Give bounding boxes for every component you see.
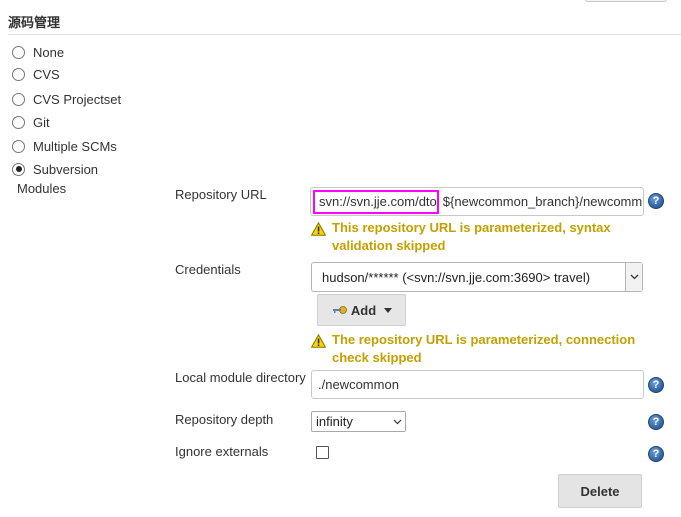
local-module-directory-input[interactable]: ./newcommon xyxy=(311,370,644,399)
scm-option-label: Subversion xyxy=(33,161,99,177)
repository-depth-value: infinity xyxy=(316,414,353,429)
add-credentials-button[interactable]: Add xyxy=(317,294,406,326)
repository-url-value-highlighted: svn://svn.jje.com/dto xyxy=(319,194,437,209)
warning-text: This repository URL is parameterized, sy… xyxy=(332,220,611,253)
repository-depth-select[interactable]: infinity xyxy=(311,411,406,432)
scm-option-cvs-projectset[interactable]: CVS Projectset xyxy=(12,90,121,108)
help-icon[interactable]: ? xyxy=(648,193,664,209)
credentials-warning: The repository URL is parameterized, con… xyxy=(311,331,651,367)
caret-down-icon xyxy=(384,307,393,313)
local-module-directory-label: Local module directory xyxy=(175,370,306,385)
section-title: 源码管理 xyxy=(8,15,61,30)
radio-button[interactable] xyxy=(12,139,25,153)
radio-button-selected[interactable] xyxy=(12,162,25,176)
chevron-down-icon xyxy=(389,412,405,431)
scm-option-label: None xyxy=(33,44,65,60)
radio-button[interactable] xyxy=(12,92,25,106)
key-icon xyxy=(332,306,347,314)
delete-button[interactable]: Delete xyxy=(558,474,642,508)
chevron-down-icon xyxy=(625,263,642,291)
warning-text: The repository URL is parameterized, con… xyxy=(332,332,636,365)
scm-option-multiple-scms[interactable]: Multiple SCMs xyxy=(12,137,117,155)
top-button-stub[interactable] xyxy=(585,0,667,2)
delete-button-label: Delete xyxy=(580,483,620,499)
radio-button[interactable] xyxy=(12,115,25,129)
credentials-selected-value: hudson/****** (<svn://svn.jje.com:3690> … xyxy=(322,269,591,285)
local-module-directory-value: ./newcommon xyxy=(318,377,399,392)
repository-url-input[interactable]: svn://svn.jje.com/dto ${newcommon_branch}… xyxy=(310,187,644,216)
help-icon[interactable]: ? xyxy=(648,414,664,430)
warning-icon xyxy=(311,222,326,236)
ignore-externals-label: Ignore externals xyxy=(175,444,269,459)
repository-depth-label: Repository depth xyxy=(175,412,274,427)
repository-url-warning: This repository URL is parameterized, sy… xyxy=(311,219,651,255)
scm-option-none[interactable]: None xyxy=(12,43,64,61)
add-button-label: Add xyxy=(350,302,377,318)
help-icon[interactable]: ? xyxy=(648,446,664,462)
scm-option-git[interactable]: Git xyxy=(12,113,50,131)
credentials-select[interactable]: hudson/****** (<svn://svn.jje.com:3690> … xyxy=(311,262,643,292)
help-icon[interactable]: ? xyxy=(648,377,664,393)
credentials-label: Credentials xyxy=(175,262,241,277)
scm-option-label: Git xyxy=(33,114,50,130)
ignore-externals-checkbox[interactable] xyxy=(316,446,329,459)
scm-option-subversion[interactable]: Subversion xyxy=(12,160,98,178)
scm-option-label: Multiple SCMs xyxy=(33,138,117,154)
scm-option-label: CVS Projectset xyxy=(33,91,122,107)
radio-button[interactable] xyxy=(12,45,25,59)
repository-url-value-rest: ${newcommon_branch}/newcomm xyxy=(442,194,643,209)
modules-label: Modules xyxy=(17,181,67,196)
radio-button[interactable] xyxy=(12,67,25,81)
warning-icon xyxy=(311,334,326,348)
scm-option-cvs[interactable]: CVS xyxy=(12,65,60,83)
section-divider xyxy=(8,34,681,35)
scm-option-label: CVS xyxy=(33,66,60,82)
repository-url-label: Repository URL xyxy=(175,187,267,202)
